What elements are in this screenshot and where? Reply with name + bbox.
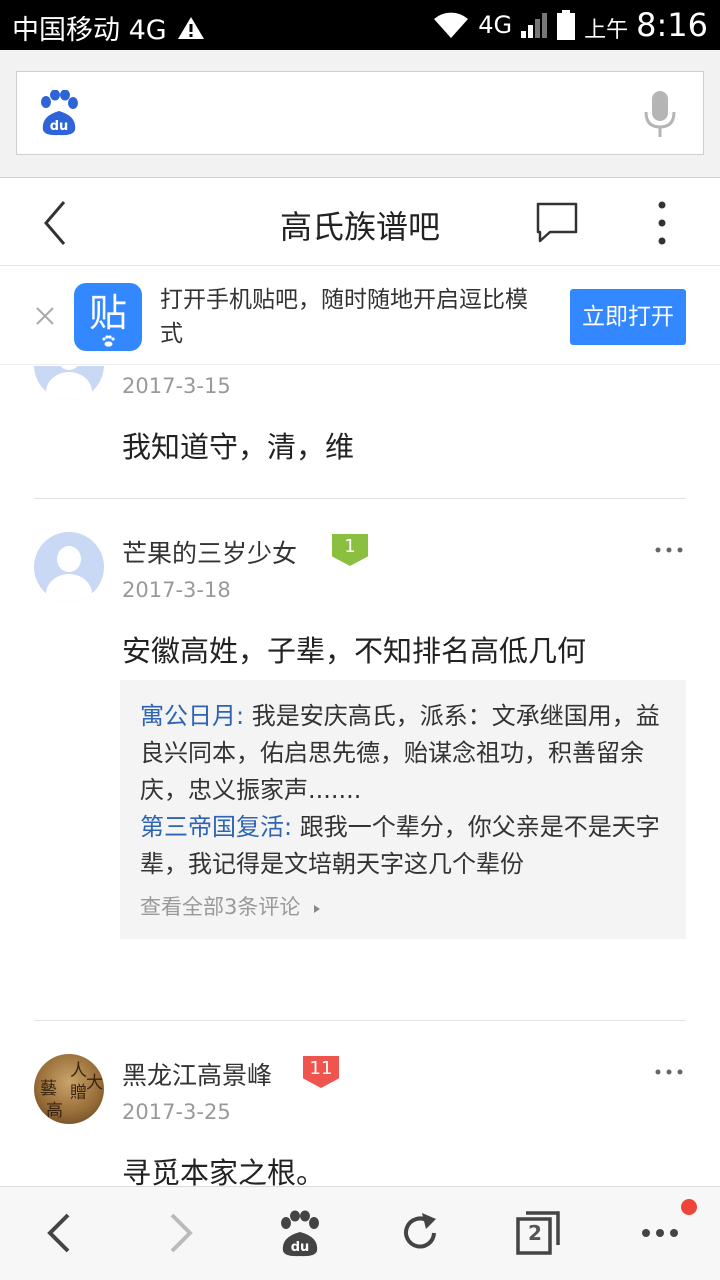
tabs-button[interactable]: 2	[514, 1209, 562, 1257]
search-input[interactable]: du	[16, 71, 704, 155]
reply-item[interactable]: 第三帝国复活: 跟我一个辈分，你父亲是不是天字辈，我记得是文培朝天字这几个辈份	[140, 809, 666, 883]
refresh-icon[interactable]	[396, 1209, 444, 1257]
divider	[34, 498, 686, 499]
wifi-icon	[434, 12, 469, 38]
username[interactable]: 黑龙江高景峰	[122, 1056, 272, 1092]
close-icon[interactable]	[34, 305, 56, 327]
reply-author[interactable]: 第三帝国复活:	[140, 813, 292, 841]
avatar[interactable]	[34, 366, 104, 400]
post-date: 2017-3-18	[122, 578, 231, 602]
battery-icon	[557, 10, 576, 40]
caret-right-icon	[314, 905, 321, 913]
promo-text: 打开手机贴吧，随时随地开启逗比模式	[160, 287, 528, 347]
carrier-label: 中国移动 4G	[12, 15, 167, 46]
forum-header: 高氏族谱吧	[0, 180, 720, 266]
reply-item[interactable]: 寓公日月: 我是安庆高氏，派系：文承继国用，益良兴同本，佑启思先德，贻谋念祖功，…	[140, 698, 666, 809]
post-date: 2017-3-25	[122, 1100, 231, 1124]
network-type-label: 4G	[478, 11, 513, 39]
signal-icon	[521, 13, 548, 38]
reply-section: 寓公日月: 我是安庆高氏，派系：文承继国用，益良兴同本，佑启思先德，贻谋念祖功，…	[120, 680, 686, 939]
back-icon[interactable]	[36, 1209, 84, 1257]
browser-bottom-nav: du 2	[0, 1186, 720, 1280]
post-text[interactable]: 我知道守，清，维	[122, 424, 354, 466]
post-text[interactable]: 寻觅本家之根。	[122, 1150, 325, 1186]
page-title: 高氏族谱吧	[279, 208, 440, 246]
svg-text:du: du	[291, 1240, 310, 1255]
tieba-app-icon: 贴	[74, 283, 142, 351]
svg-text:du: du	[50, 119, 69, 134]
more-vertical-icon[interactable]	[652, 200, 672, 246]
warning-icon	[177, 16, 204, 39]
avatar[interactable]: 人 贈 大 藝 高	[34, 1054, 104, 1124]
microphone-icon[interactable]	[643, 90, 677, 138]
notification-dot	[681, 1199, 697, 1215]
username[interactable]: 芒果的三岁少女	[122, 534, 297, 570]
baidu-paw-icon: du	[41, 90, 78, 136]
level-badge: 11	[303, 1056, 339, 1088]
more-options-icon[interactable]	[654, 546, 684, 554]
tabs-count: 2	[528, 1221, 542, 1245]
view-all-comments-link[interactable]: 查看全部3条评论	[140, 891, 666, 921]
forward-icon[interactable]	[156, 1209, 204, 1257]
more-options-icon[interactable]	[654, 1068, 684, 1076]
divider	[34, 1020, 686, 1021]
view-all-label: 查看全部3条评论	[140, 895, 301, 919]
clock-label: 8:16	[636, 6, 708, 44]
app-promo-banner: 贴 打开手机贴吧，随时随地开启逗比模式 立即打开	[0, 267, 720, 365]
avatar[interactable]	[34, 532, 104, 602]
paw-icon	[102, 335, 115, 347]
app-icon-text: 贴	[88, 291, 127, 335]
level-badge: 1	[332, 534, 368, 566]
reply-author[interactable]: 寓公日月:	[140, 702, 244, 730]
baidu-home-icon[interactable]: du	[276, 1209, 324, 1257]
post-list: 2017-3-15 我知道守，清，维 芒果的三岁少女 1 2017-3-18 安…	[0, 366, 720, 1186]
status-bar: 中国移动 4G 4G 上午 8:16	[0, 0, 720, 50]
browser-toolbar: du	[0, 50, 720, 178]
post-text[interactable]: 安徽高姓，子辈，不知排名高低几何	[122, 628, 586, 670]
ampm-label: 上午	[584, 18, 629, 43]
post-date: 2017-3-15	[122, 374, 231, 398]
message-icon[interactable]	[536, 202, 578, 244]
open-app-button[interactable]: 立即打开	[570, 289, 686, 345]
more-horizontal-icon[interactable]	[636, 1209, 684, 1257]
